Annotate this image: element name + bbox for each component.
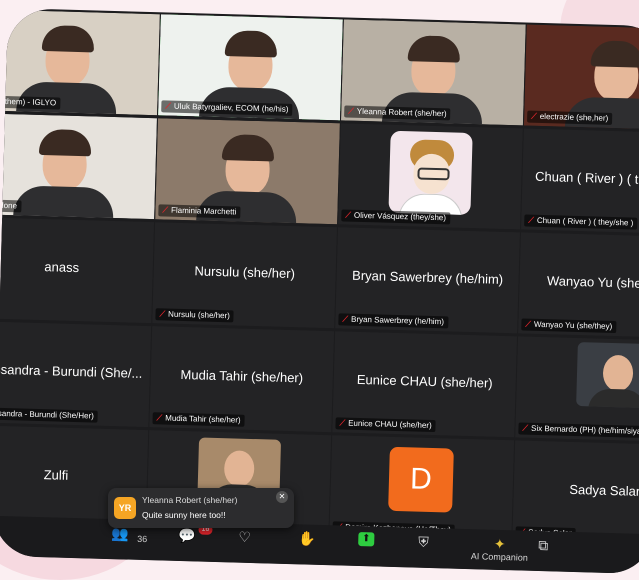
video-feed xyxy=(576,342,639,409)
close-icon[interactable]: ✕ xyxy=(276,491,288,503)
mic-muted-icon: ⟋ xyxy=(165,101,172,111)
participant-tile[interactable]: ⟋Madone xyxy=(0,113,157,220)
participant-name: anass xyxy=(44,259,80,276)
participant-tile[interactable]: ⟋ Uluk Batyrgaliev, ECOM (he/his) xyxy=(158,14,343,121)
participant-tile[interactable]: Alessandra - Burundi (She/... ⟋Alessandra… xyxy=(0,321,152,428)
mic-muted-icon: ⟋ xyxy=(345,210,352,220)
raise-hand-button[interactable]: ✋ xyxy=(298,530,316,546)
participant-name: Chuan ( River ) ( they/she ) xyxy=(534,168,639,188)
participant-tile[interactable]: Chuan ( River ) ( they/she ) ⟋Chuan ( Riv… xyxy=(521,128,639,235)
participant-label: ⟋ Nursulu (she/her) xyxy=(155,308,235,323)
raise-hand-icon: ✋ xyxy=(298,530,316,547)
participant-label: ⟋ Eunice CHAU (she/her) xyxy=(335,417,436,433)
participant-label: ⟋ Bryan Sawerbrey (he/him) xyxy=(338,313,449,329)
chat-message: Quite sunny here too!! xyxy=(142,510,226,520)
mic-muted-icon: ⟋ xyxy=(342,314,349,324)
participant-tile[interactable]: ⟋ Six Bernardo (PH) (he/him/siya) xyxy=(515,336,639,443)
participant-label: ⟋(he/them) - IGLYO xyxy=(0,95,61,110)
chat-notification[interactable]: YR Yleanna Robert (she/her) Quite sunny … xyxy=(108,488,294,528)
participant-tile[interactable]: ⟋ Oliver Vásquez (they/she) xyxy=(338,123,523,230)
participant-tile[interactable]: ⟋ Flaminia Marchetti xyxy=(155,118,340,225)
meeting-window: ⟋(he/them) - IGLYO ⟋Uluk Batyrgaliev, ECO… xyxy=(0,8,639,575)
security-icon: ⛨ xyxy=(418,533,429,550)
react-button[interactable]: ♡ xyxy=(238,529,251,545)
react-icon: ♡ xyxy=(238,528,252,545)
mic-muted-icon: ⟋ xyxy=(162,205,169,215)
ai-companion-icon: ✦ xyxy=(493,535,506,553)
toolbar-label: AI Companion xyxy=(470,551,529,563)
participant-tile[interactable]: Wanyao Yu (she/they) ⟋ Wanyao Yu (she/they… xyxy=(518,232,639,339)
initial-avatar: D xyxy=(388,446,454,513)
participant-tile[interactable]: ⟋(he/them) - IGLYO xyxy=(0,9,160,116)
participant-name: Nursulu (she/her) xyxy=(194,263,296,282)
participant-label: ⟋ Oliver Vásquez (they/she) xyxy=(341,209,451,225)
participant-tile[interactable]: Bryan Sawerbrey (he/him) ⟋ Bryan Sawerbrey… xyxy=(335,227,520,334)
participant-tile[interactable]: Mudia Tahir (she/her) ⟋ Mudia Tahir (she/h… xyxy=(149,326,335,433)
sender-avatar: YR xyxy=(114,497,136,519)
chat-sender: Yleanna Robert (she/her) xyxy=(142,495,238,505)
participant-name: Zulfi xyxy=(43,467,69,483)
participant-label: ⟋Madone xyxy=(0,199,22,213)
profile-avatar xyxy=(388,130,473,215)
share-button[interactable]: ⬆ xyxy=(358,531,375,547)
participant-label: ⟋ electrazie (she,her) xyxy=(527,110,613,125)
participant-label: ⟋ Wanyao Yu (she/they) xyxy=(521,318,617,334)
participants-count: 36 xyxy=(137,533,148,545)
chat-button[interactable]: 💬 xyxy=(178,527,196,543)
participant-label: ⟋ Six Bernardo (PH) (he/him/siya) xyxy=(518,422,639,439)
apps-button[interactable]: ⧉ xyxy=(538,537,548,553)
security-button[interactable]: ⛨ xyxy=(418,534,429,550)
participant-tile[interactable]: Eunice CHAU (she/her) ⟋ Eunice CHAU (she/h… xyxy=(332,331,518,438)
mic-muted-icon: ⟋ xyxy=(339,418,346,428)
mic-muted-icon: ⟋ xyxy=(348,106,354,116)
chat-icon: 💬 xyxy=(178,526,197,544)
participant-label: ⟋Alessandra - Burundi (She/Her) xyxy=(0,407,99,423)
participant-tile[interactable]: Nursulu (she/her) ⟋ Nursulu (she/her) xyxy=(152,222,338,329)
participant-tile[interactable]: ⟋ Yleanna Robert (she/her) xyxy=(340,19,526,126)
mic-muted-icon: ⟋ xyxy=(525,319,532,329)
participant-name: Wanyao Yu (she/they) xyxy=(546,273,639,292)
video-feed xyxy=(0,113,157,220)
participant-label: ⟋ Flaminia Marchetti xyxy=(158,204,241,219)
share-icon: ⬆ xyxy=(358,531,375,547)
mic-muted-icon: ⟋ xyxy=(531,111,537,121)
mic-muted-icon: ⟋ xyxy=(528,215,535,225)
participant-label: ⟋ Chuan ( River ) ( they/she ) xyxy=(524,214,638,230)
participant-tile[interactable]: ⟋ electrazie (she,her) xyxy=(523,24,639,131)
mic-muted-icon: ⟋ xyxy=(522,423,529,433)
participant-name: Eunice CHAU (she/her) xyxy=(356,371,493,391)
participant-name: Sadya Salar xyxy=(569,481,639,499)
mic-muted-icon: ⟋ xyxy=(159,309,166,319)
ai-companion-button[interactable]: ✦ AI Companion xyxy=(471,535,529,563)
participant-tile[interactable]: anass xyxy=(0,217,155,324)
participant-name: Bryan Sawerbrey (he/him) xyxy=(351,267,504,287)
participant-name: Alessandra - Burundi (She/... xyxy=(0,361,143,381)
participant-name: Mudia Tahir (she/her) xyxy=(180,366,304,386)
apps-icon: ⧉ xyxy=(537,537,549,554)
mic-muted-icon: ⟋ xyxy=(156,413,163,423)
participant-label: ⟋ Mudia Tahir (she/her) xyxy=(152,412,245,427)
